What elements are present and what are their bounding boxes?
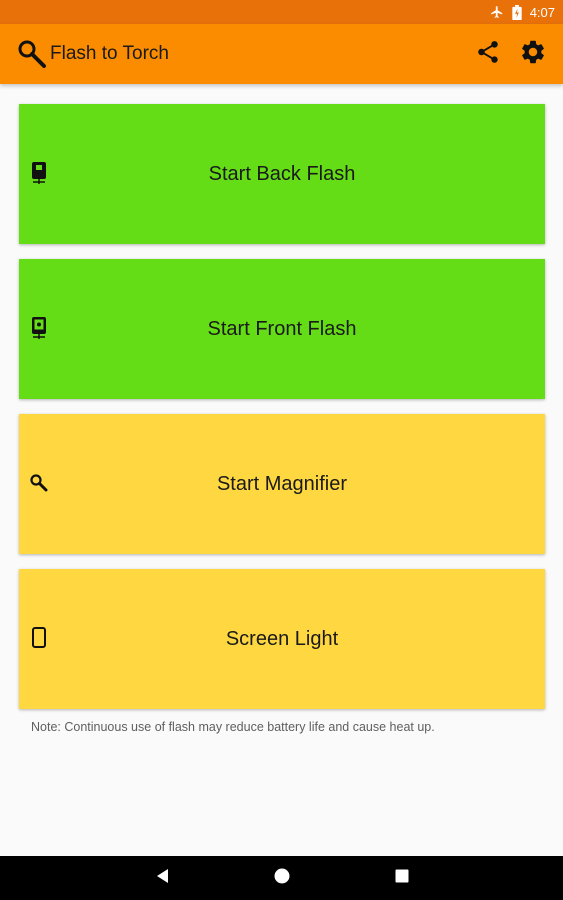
navigation-bar (0, 856, 563, 900)
share-button[interactable] (472, 38, 504, 70)
battery-note: Note: Continuous use of flash may reduce… (31, 720, 435, 734)
status-time: 4:07 (529, 4, 555, 20)
airplane-mode-icon (490, 5, 504, 19)
start-back-flash-button[interactable]: Start Back Flash (19, 104, 545, 244)
status-bar: 4:07 (0, 0, 563, 24)
battery-icon (512, 4, 522, 20)
app-title: Flash to Torch (50, 43, 169, 64)
share-icon (475, 39, 501, 70)
start-front-flash-label: Start Front Flash (207, 318, 357, 340)
screen-light-button[interactable]: Screen Light (19, 569, 545, 709)
start-magnifier-button[interactable]: Start Magnifier (19, 414, 545, 554)
recents-icon (394, 868, 410, 889)
screen-light-label: Screen Light (225, 628, 339, 650)
start-front-flash-button[interactable]: Start Front Flash (19, 259, 545, 399)
main-content: Start Back Flash Start Front Flash Start… (0, 84, 563, 856)
start-back-flash-label: Start Back Flash (208, 163, 356, 185)
settings-icon (519, 38, 547, 71)
start-magnifier-label: Start Magnifier (216, 473, 348, 495)
recents-button[interactable] (390, 866, 414, 890)
settings-button[interactable] (517, 38, 549, 70)
app-bar: Flash to Torch (0, 24, 563, 84)
magnifier-icon (16, 38, 48, 70)
home-icon (273, 867, 291, 890)
back-button[interactable] (150, 866, 174, 890)
back-icon (154, 867, 170, 890)
home-button[interactable] (270, 866, 294, 890)
